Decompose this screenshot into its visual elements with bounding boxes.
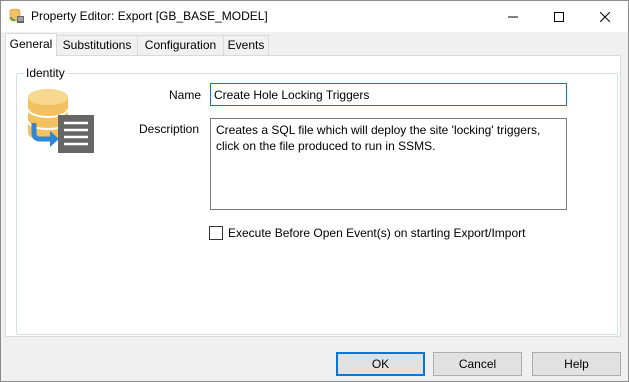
execute-before-open-label[interactable]: Execute Before Open Event(s) on starting…	[228, 226, 525, 240]
name-label: Name	[169, 88, 202, 102]
execute-before-open-row[interactable]: Execute Before Open Event(s) on starting…	[209, 226, 525, 240]
cancel-button[interactable]: Cancel	[433, 352, 522, 376]
name-field[interactable]	[210, 83, 567, 106]
tab-configuration[interactable]: Configuration	[137, 35, 224, 55]
close-icon	[600, 11, 610, 22]
title-bar[interactable]: Property Editor: Export [GB_BASE_MODEL]	[1, 1, 628, 32]
tab-general[interactable]: General	[5, 33, 57, 56]
property-editor-window: Property Editor: Export [GB_BASE_MODEL] …	[0, 0, 629, 382]
database-export-icon	[26, 85, 96, 155]
description-field[interactable]: Creates a SQL file which will deploy the…	[210, 118, 567, 210]
help-button[interactable]: Help	[532, 352, 621, 376]
maximize-button[interactable]	[536, 1, 582, 32]
ok-button[interactable]: OK	[336, 352, 425, 376]
window-title: Property Editor: Export [GB_BASE_MODEL]	[31, 9, 268, 23]
identity-group-label: Identity	[24, 66, 67, 80]
description-label: Description	[139, 122, 200, 136]
database-export-icon	[9, 8, 25, 24]
tab-events[interactable]: Events	[223, 35, 269, 55]
tab-substitutions[interactable]: Substitutions	[56, 35, 138, 55]
maximize-icon	[554, 11, 564, 22]
minimize-icon	[508, 16, 518, 17]
execute-before-open-checkbox[interactable]	[209, 226, 223, 240]
close-button[interactable]	[582, 1, 628, 32]
general-tab-panel: Identity Name Description Creates a SQL …	[5, 55, 621, 337]
minimize-button[interactable]	[490, 1, 536, 32]
